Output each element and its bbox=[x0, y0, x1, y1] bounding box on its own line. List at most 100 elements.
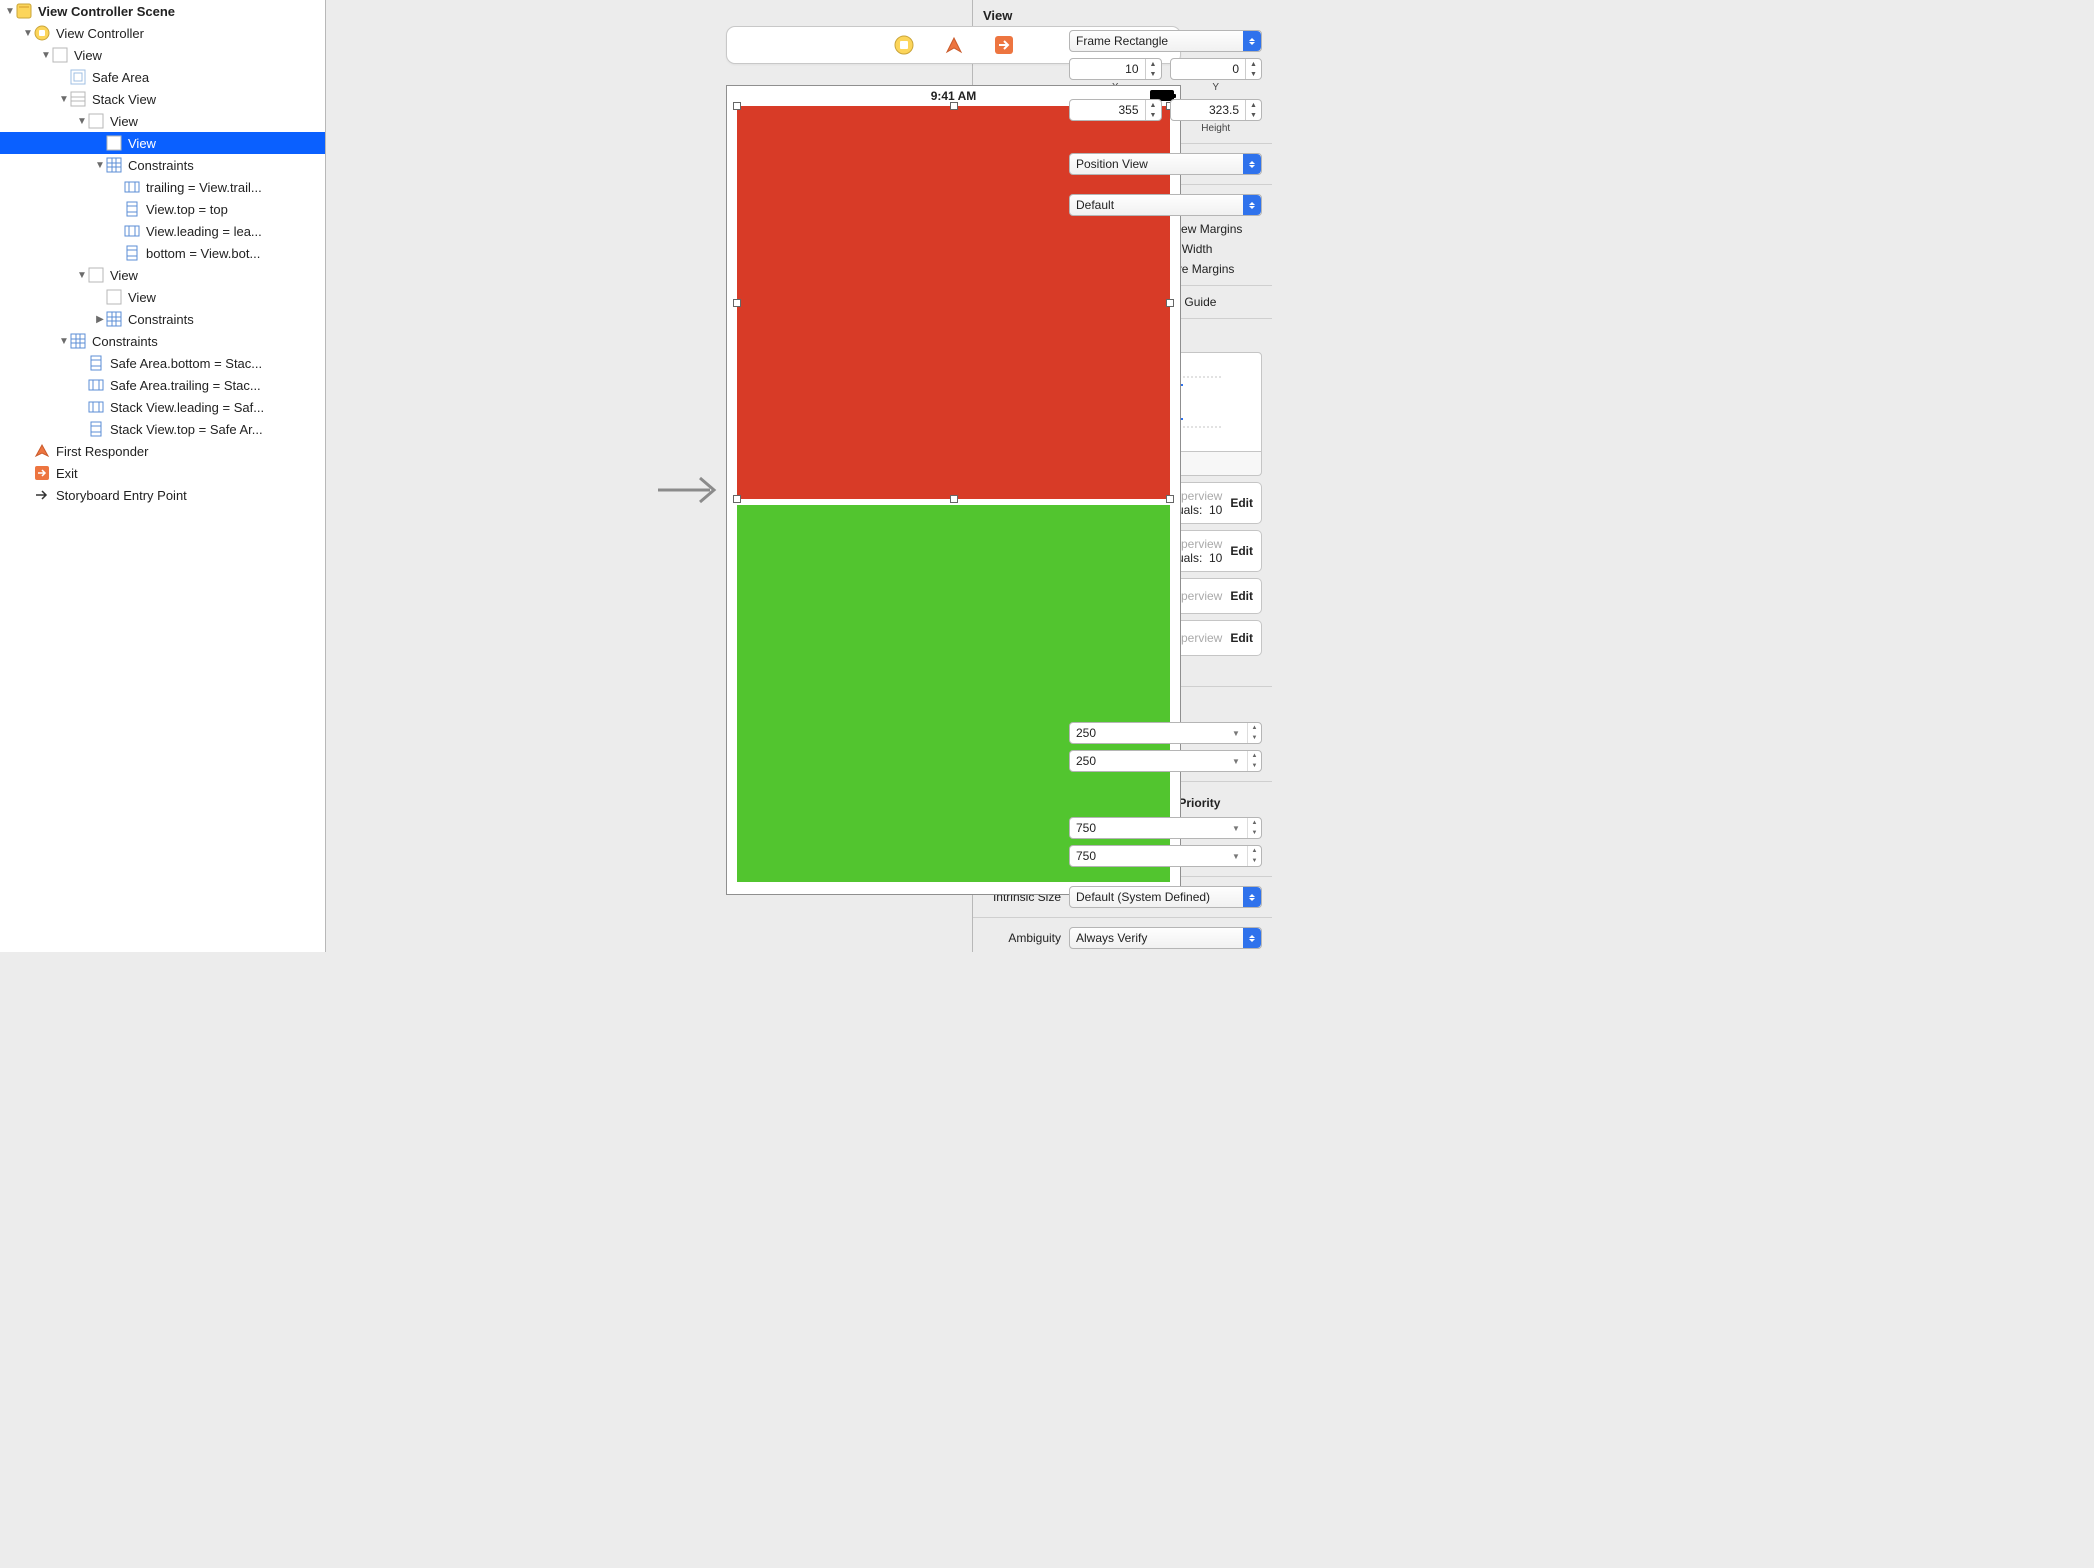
outline-constraint-item[interactable]: ▶Stack View.top = Safe Ar... bbox=[0, 418, 325, 440]
constraint-h-icon bbox=[124, 223, 140, 239]
outline-label: Stack View.leading = Saf... bbox=[110, 400, 264, 415]
view-icon bbox=[106, 135, 122, 151]
outline-label: Constraints bbox=[128, 312, 194, 327]
chp-h-value: 250 bbox=[1076, 726, 1096, 740]
width-field[interactable]: 355▲▼ bbox=[1069, 99, 1162, 121]
outline-label: trailing = View.trail... bbox=[146, 180, 262, 195]
outline-constraints-3[interactable]: ▼Constraints bbox=[0, 330, 325, 352]
exit-icon[interactable] bbox=[994, 35, 1014, 55]
outline-label: Safe Area bbox=[92, 70, 149, 85]
outline-label: Stack View.top = Safe Ar... bbox=[110, 422, 263, 437]
outline-label: Storyboard Entry Point bbox=[56, 488, 187, 503]
constraints-icon bbox=[70, 333, 86, 349]
outline-label: Constraints bbox=[128, 158, 194, 173]
show-value: Frame Rectangle bbox=[1076, 34, 1168, 48]
constraints-icon bbox=[106, 311, 122, 327]
stepper[interactable]: ▲▼ bbox=[1145, 100, 1161, 120]
entry-point-icon bbox=[34, 487, 50, 503]
y-field[interactable]: 0▲▼ bbox=[1170, 58, 1263, 80]
constraint-edit-button[interactable]: Edit bbox=[1230, 496, 1253, 510]
outline-entry-point[interactable]: ▶Storyboard Entry Point bbox=[0, 484, 325, 506]
constraint-v-icon bbox=[88, 421, 104, 437]
show-select[interactable]: Frame Rectangle bbox=[1069, 30, 1262, 52]
constraint-edit-button[interactable]: Edit bbox=[1230, 631, 1253, 645]
ambiguity-value: Always Verify bbox=[1076, 931, 1147, 945]
scene-icon bbox=[16, 3, 32, 19]
intrinsic-select[interactable]: Default (System Defined) bbox=[1069, 886, 1262, 908]
viewcontroller-icon[interactable] bbox=[894, 35, 914, 55]
document-outline[interactable]: ▼ View Controller Scene ▼ View Controlle… bbox=[0, 0, 326, 952]
layout-margins-select[interactable]: Default bbox=[1069, 194, 1262, 216]
chp-h-field[interactable]: 250▼▲▼ bbox=[1069, 722, 1262, 744]
stepper[interactable]: ▲▼ bbox=[1245, 100, 1261, 120]
constraint-edit-button[interactable]: Edit bbox=[1230, 589, 1253, 603]
outline-exit[interactable]: ▶Exit bbox=[0, 462, 325, 484]
outline-label: View bbox=[110, 268, 138, 283]
outline-constraint-item[interactable]: ▶View.top = top bbox=[0, 198, 325, 220]
outline-label: View.top = top bbox=[146, 202, 228, 217]
outline-stackview[interactable]: ▼ Stack View bbox=[0, 88, 325, 110]
outline-view-child[interactable]: ▶View bbox=[0, 286, 325, 308]
chp-v-field[interactable]: 250▼▲▼ bbox=[1069, 750, 1262, 772]
status-time: 9:41 AM bbox=[931, 89, 977, 103]
outline-constraint-item[interactable]: ▶bottom = View.bot... bbox=[0, 242, 325, 264]
height-sublabel: Height bbox=[1201, 123, 1230, 134]
constraint-v-icon bbox=[124, 201, 140, 217]
outline-viewcontroller[interactable]: ▼ View Controller bbox=[0, 22, 325, 44]
outline-label: View bbox=[128, 290, 156, 305]
constraint-h-icon bbox=[124, 179, 140, 195]
outline-label: View Controller Scene bbox=[38, 4, 175, 19]
outline-label: Constraints bbox=[92, 334, 158, 349]
outline-label: Exit bbox=[56, 466, 78, 481]
exit-icon bbox=[34, 465, 50, 481]
outline-constraint-item[interactable]: ▶trailing = View.trail... bbox=[0, 176, 325, 198]
section-title-view: View bbox=[973, 0, 1272, 27]
outline-selected-view[interactable]: ▶ View bbox=[0, 132, 325, 154]
arrange-select[interactable]: Position View bbox=[1069, 153, 1262, 175]
first-responder-icon[interactable] bbox=[944, 35, 964, 55]
constraint-v-icon bbox=[88, 355, 104, 371]
ccrp-h-field[interactable]: 750▼▲▼ bbox=[1069, 817, 1262, 839]
view-icon bbox=[52, 47, 68, 63]
constraint-edit-button[interactable]: Edit bbox=[1230, 544, 1253, 558]
outline-label: View.leading = lea... bbox=[146, 224, 262, 239]
outline-label: First Responder bbox=[56, 444, 148, 459]
outline-constraint-item[interactable]: ▶View.leading = lea... bbox=[0, 220, 325, 242]
constraint-v-icon bbox=[124, 245, 140, 261]
view-icon bbox=[106, 289, 122, 305]
outline-constraints-2[interactable]: ▶Constraints bbox=[0, 308, 325, 330]
stackview-icon bbox=[70, 91, 86, 107]
outline-label: View bbox=[74, 48, 102, 63]
ccrp-v-value: 750 bbox=[1076, 849, 1096, 863]
outline-first-responder[interactable]: ▶First Responder bbox=[0, 440, 325, 462]
view-icon bbox=[88, 267, 104, 283]
outline-constraints-1[interactable]: ▼ Constraints bbox=[0, 154, 325, 176]
outline-safearea[interactable]: ▶ Safe Area bbox=[0, 66, 325, 88]
outline-view-container2[interactable]: ▼ View bbox=[0, 264, 325, 286]
outline-label: bottom = View.bot... bbox=[146, 246, 260, 261]
first-responder-icon bbox=[34, 443, 50, 459]
arrange-value: Position View bbox=[1076, 157, 1148, 171]
view-icon bbox=[88, 113, 104, 129]
stepper[interactable]: ▲▼ bbox=[1145, 59, 1161, 79]
layout-margins-value: Default bbox=[1076, 198, 1114, 212]
x-field[interactable]: 10▲▼ bbox=[1069, 58, 1162, 80]
ambiguity-select[interactable]: Always Verify bbox=[1069, 927, 1262, 949]
canvas[interactable]: 9:41 AM bbox=[326, 0, 972, 952]
chp-v-value: 250 bbox=[1076, 754, 1096, 768]
outline-label: Safe Area.trailing = Stac... bbox=[110, 378, 261, 393]
y-sublabel: Y bbox=[1212, 82, 1219, 93]
outline-constraint-item[interactable]: ▶Safe Area.bottom = Stac... bbox=[0, 352, 325, 374]
outline-scene[interactable]: ▼ View Controller Scene bbox=[0, 0, 325, 22]
outline-constraint-item[interactable]: ▶Safe Area.trailing = Stac... bbox=[0, 374, 325, 396]
ccrp-v-field[interactable]: 750▼▲▼ bbox=[1069, 845, 1262, 867]
stepper[interactable]: ▲▼ bbox=[1245, 59, 1261, 79]
outline-label: View Controller bbox=[56, 26, 144, 41]
outline-label: View bbox=[110, 114, 138, 129]
height-field[interactable]: 323.5▲▼ bbox=[1170, 99, 1263, 121]
outline-view-container1[interactable]: ▼ View bbox=[0, 110, 325, 132]
outline-label: View bbox=[128, 136, 156, 151]
outline-label: Safe Area.bottom = Stac... bbox=[110, 356, 262, 371]
outline-constraint-item[interactable]: ▶Stack View.leading = Saf... bbox=[0, 396, 325, 418]
outline-view[interactable]: ▼ View bbox=[0, 44, 325, 66]
